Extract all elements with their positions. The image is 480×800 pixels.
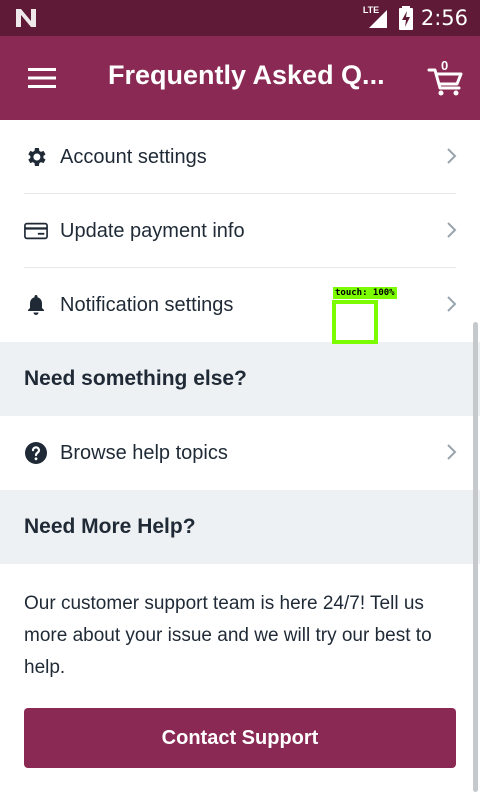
- question-circle-icon: [24, 441, 48, 465]
- chevron-right-icon: [447, 444, 457, 460]
- chevron-right-icon: [447, 222, 457, 238]
- cart-count-badge: 0: [441, 58, 449, 73]
- touch-indicator: [332, 300, 378, 344]
- support-description: Our customer support team is here 24/7! …: [24, 593, 432, 678]
- row-label: Update payment info: [60, 219, 245, 242]
- faq-content: Account settings Update payment info Not…: [0, 120, 480, 706]
- contact-support-button[interactable]: Contact Support: [24, 708, 456, 768]
- credit-card-icon: [24, 219, 48, 243]
- scrollbar[interactable]: [473, 322, 478, 792]
- app-bar: Frequently Asked Q... 0: [0, 36, 480, 120]
- status-bar: LTE 2:56: [0, 0, 480, 36]
- section-title: Need More Help?: [24, 515, 196, 538]
- notification-settings-row[interactable]: Notification settings: [0, 268, 480, 342]
- row-label: Account settings: [60, 145, 207, 168]
- clock: 2:56: [420, 6, 468, 30]
- row-label: Notification settings: [60, 293, 234, 316]
- battery-icon: [398, 6, 413, 30]
- update-payment-row[interactable]: Update payment info: [0, 194, 480, 268]
- section-title: Need something else?: [24, 367, 247, 390]
- gear-icon: [24, 145, 48, 169]
- hamburger-icon: [28, 68, 56, 88]
- touch-indicator-label: touch: 100%: [333, 287, 397, 299]
- chevron-right-icon: [447, 296, 457, 312]
- signal-icon: LTE: [363, 5, 391, 30]
- browse-help-topics-row[interactable]: Browse help topics: [0, 416, 480, 490]
- chevron-right-icon: [447, 148, 457, 164]
- row-label: Browse help topics: [60, 441, 228, 464]
- section-header-need-something-else: Need something else?: [0, 342, 480, 416]
- section-header-need-more-help: Need More Help?: [0, 490, 480, 564]
- touch-point: [345, 313, 369, 337]
- android-n-icon: [16, 9, 36, 27]
- cart-button[interactable]: 0: [426, 58, 466, 98]
- page-title: Frequently Asked Q...: [108, 60, 385, 90]
- bell-icon: [24, 293, 48, 317]
- menu-button[interactable]: [26, 64, 58, 92]
- account-settings-row[interactable]: Account settings: [0, 120, 480, 194]
